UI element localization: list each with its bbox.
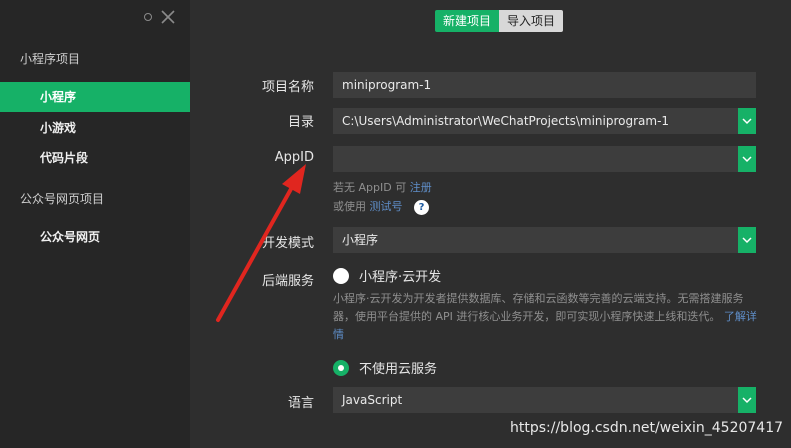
sidebar-item-minigame[interactable]: 小游戏 [0, 113, 190, 143]
appid-select[interactable] [333, 146, 756, 172]
chevron-down-icon [742, 155, 752, 162]
close-icon[interactable] [160, 9, 176, 25]
no-cloud-radio[interactable] [333, 359, 349, 376]
tab-import-project[interactable]: 导入项目 [499, 10, 564, 32]
project-name-label: 项目名称 [261, 80, 314, 95]
directory-value: C:\Users\Administrator\WeChatProjects\mi… [342, 114, 670, 128]
sidebar-item-code-snippet[interactable]: 代码片段 [0, 143, 190, 173]
language-dropdown-button[interactable] [738, 387, 756, 413]
language-select[interactable]: JavaScript [333, 387, 756, 413]
watermark: https://blog.csdn.net/weixin_45207417 [510, 420, 784, 436]
directory-label: 目录 [287, 115, 314, 130]
dev-mode-dropdown-button[interactable] [738, 227, 756, 253]
sidebar-item-official-web[interactable]: 公众号网页 [0, 222, 190, 252]
minimize-icon[interactable] [144, 13, 152, 21]
register-link[interactable]: 注册 [410, 181, 432, 194]
help-icon[interactable]: ? [414, 199, 429, 215]
cloud-dev-radio[interactable] [333, 267, 349, 284]
directory-select[interactable]: C:\Users\Administrator\WeChatProjects\mi… [333, 108, 756, 134]
appid-label: AppID [274, 150, 314, 165]
appid-register-hint: 若无 AppID 可 注册 [333, 179, 432, 195]
directory-dropdown-button[interactable] [738, 108, 756, 134]
project-name-input[interactable]: miniprogram-1 [333, 72, 756, 98]
appid-hint-text: 若无 AppID 可 [333, 181, 407, 194]
no-cloud-label: 不使用云服务 [359, 362, 438, 377]
cloud-dev-option[interactable]: 小程序·云开发 [333, 266, 441, 285]
chevron-down-icon [742, 396, 752, 403]
no-cloud-option[interactable]: 不使用云服务 [333, 358, 437, 377]
cloud-dev-label: 小程序·云开发 [359, 270, 442, 285]
language-value: JavaScript [342, 393, 403, 407]
dev-mode-value: 小程序 [342, 233, 379, 247]
language-label: 语言 [287, 396, 314, 411]
appid-dropdown-button[interactable] [738, 146, 756, 172]
chevron-down-icon [742, 236, 752, 243]
dev-mode-label: 开发模式 [261, 236, 314, 251]
tab-new-project[interactable]: 新建项目 [435, 10, 500, 32]
sidebar-item-miniprogram[interactable]: 小程序 [0, 82, 190, 112]
dev-mode-select[interactable]: 小程序 [333, 227, 756, 253]
cloud-desc-text: 小程序·云开发为开发者提供数据库、存储和云函数等完善的云端支持。无需搭建服务器，… [333, 292, 744, 323]
project-tabs: 新建项目 导入项目 [435, 10, 564, 32]
backend-label: 后端服务 [261, 274, 314, 289]
test-account-link[interactable]: 测试号 [370, 200, 403, 213]
sidebar-section-miniprogram: 小程序项目 [20, 52, 81, 66]
chevron-down-icon [742, 117, 752, 124]
main-panel: 新建项目 导入项目 项目名称 miniprogram-1 目录 C:\Users… [190, 0, 791, 448]
window-controls [144, 9, 176, 25]
sidebar: 小程序项目 小程序 小游戏 代码片段 公众号网页项目 公众号网页 [0, 0, 190, 448]
appid-test-hint: 或使用 测试号 ? [333, 198, 429, 215]
sidebar-section-web: 公众号网页项目 [20, 192, 105, 206]
cloud-dev-description: 小程序·云开发为开发者提供数据库、存储和云函数等完善的云端支持。无需搭建服务器，… [333, 290, 763, 344]
appid-test-text: 或使用 [333, 200, 366, 213]
